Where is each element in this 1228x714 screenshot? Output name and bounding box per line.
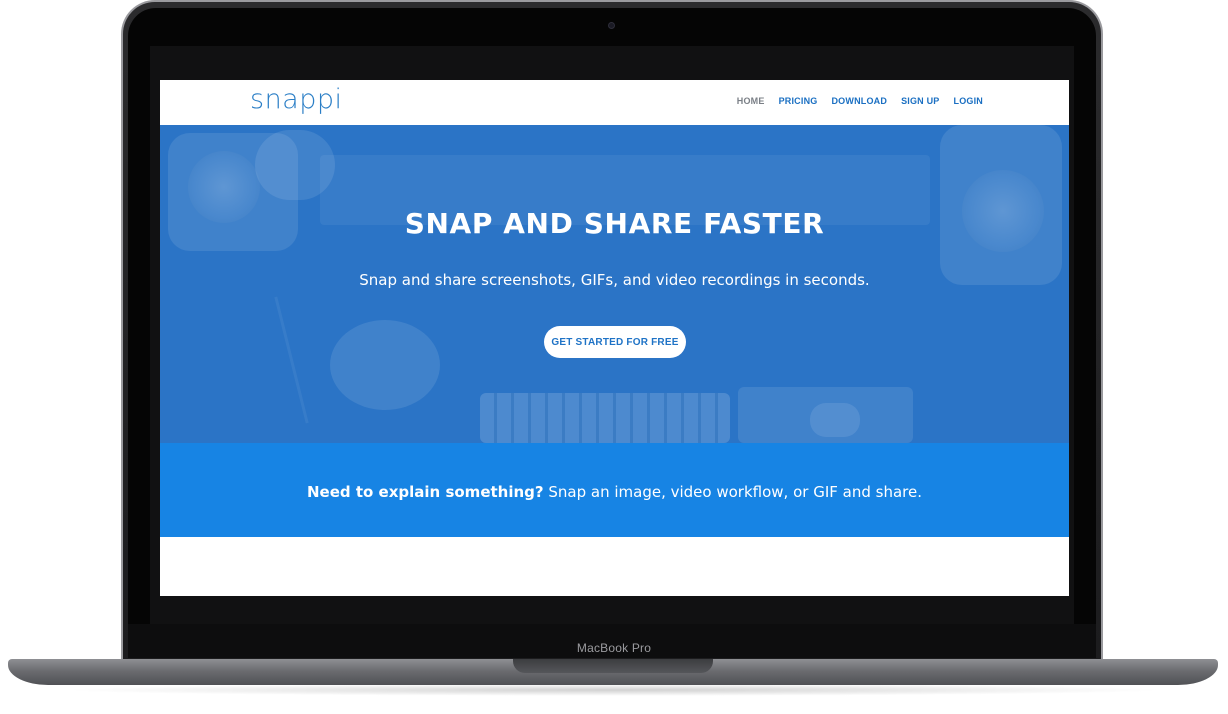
top-navigation: snappi HOME PRICING DOWNLOAD SIGN UP LOG… bbox=[160, 80, 1069, 125]
hero-section: SNAP AND SHARE FASTER Snap and share scr… bbox=[160, 125, 1069, 443]
hero-subtitle: Snap and share screenshots, GIFs, and vi… bbox=[359, 271, 870, 289]
laptop-mockup: MacBook Pro snappi HOME PRICING DOWNLOAD… bbox=[0, 0, 1228, 714]
right-speaker-image bbox=[940, 125, 1062, 285]
get-started-button[interactable]: GET STARTED FOR FREE bbox=[544, 326, 686, 358]
laptop-notch bbox=[513, 659, 713, 673]
nav-item-pricing[interactable]: PRICING bbox=[779, 96, 818, 106]
site-logo[interactable]: snappi bbox=[250, 84, 343, 115]
keyboard-image bbox=[480, 393, 730, 443]
laptop-shadow bbox=[60, 684, 1168, 696]
page-content-area bbox=[160, 537, 1069, 596]
website-screen: snappi HOME PRICING DOWNLOAD SIGN UP LOG… bbox=[160, 80, 1069, 596]
camera-icon bbox=[608, 22, 615, 29]
nav-links: HOME PRICING DOWNLOAD SIGN UP LOGIN bbox=[737, 96, 983, 106]
hero-title: SNAP AND SHARE FASTER bbox=[404, 207, 825, 240]
nav-item-home[interactable]: HOME bbox=[737, 96, 765, 106]
nav-item-sign-up[interactable]: SIGN UP bbox=[901, 96, 939, 106]
mouse-image bbox=[810, 403, 860, 437]
info-band-rest: Snap an image, video workflow, or GIF an… bbox=[543, 483, 922, 501]
cable-image bbox=[274, 296, 309, 424]
nav-item-login[interactable]: LOGIN bbox=[954, 96, 984, 106]
nav-item-download[interactable]: DOWNLOAD bbox=[831, 96, 887, 106]
device-label: MacBook Pro bbox=[576, 641, 652, 655]
info-band: Need to explain something? Snap an image… bbox=[160, 443, 1069, 537]
info-band-bold: Need to explain something? bbox=[307, 483, 544, 501]
coffee-cup-image bbox=[330, 320, 440, 410]
info-band-text: Need to explain something? Snap an image… bbox=[160, 483, 1069, 501]
